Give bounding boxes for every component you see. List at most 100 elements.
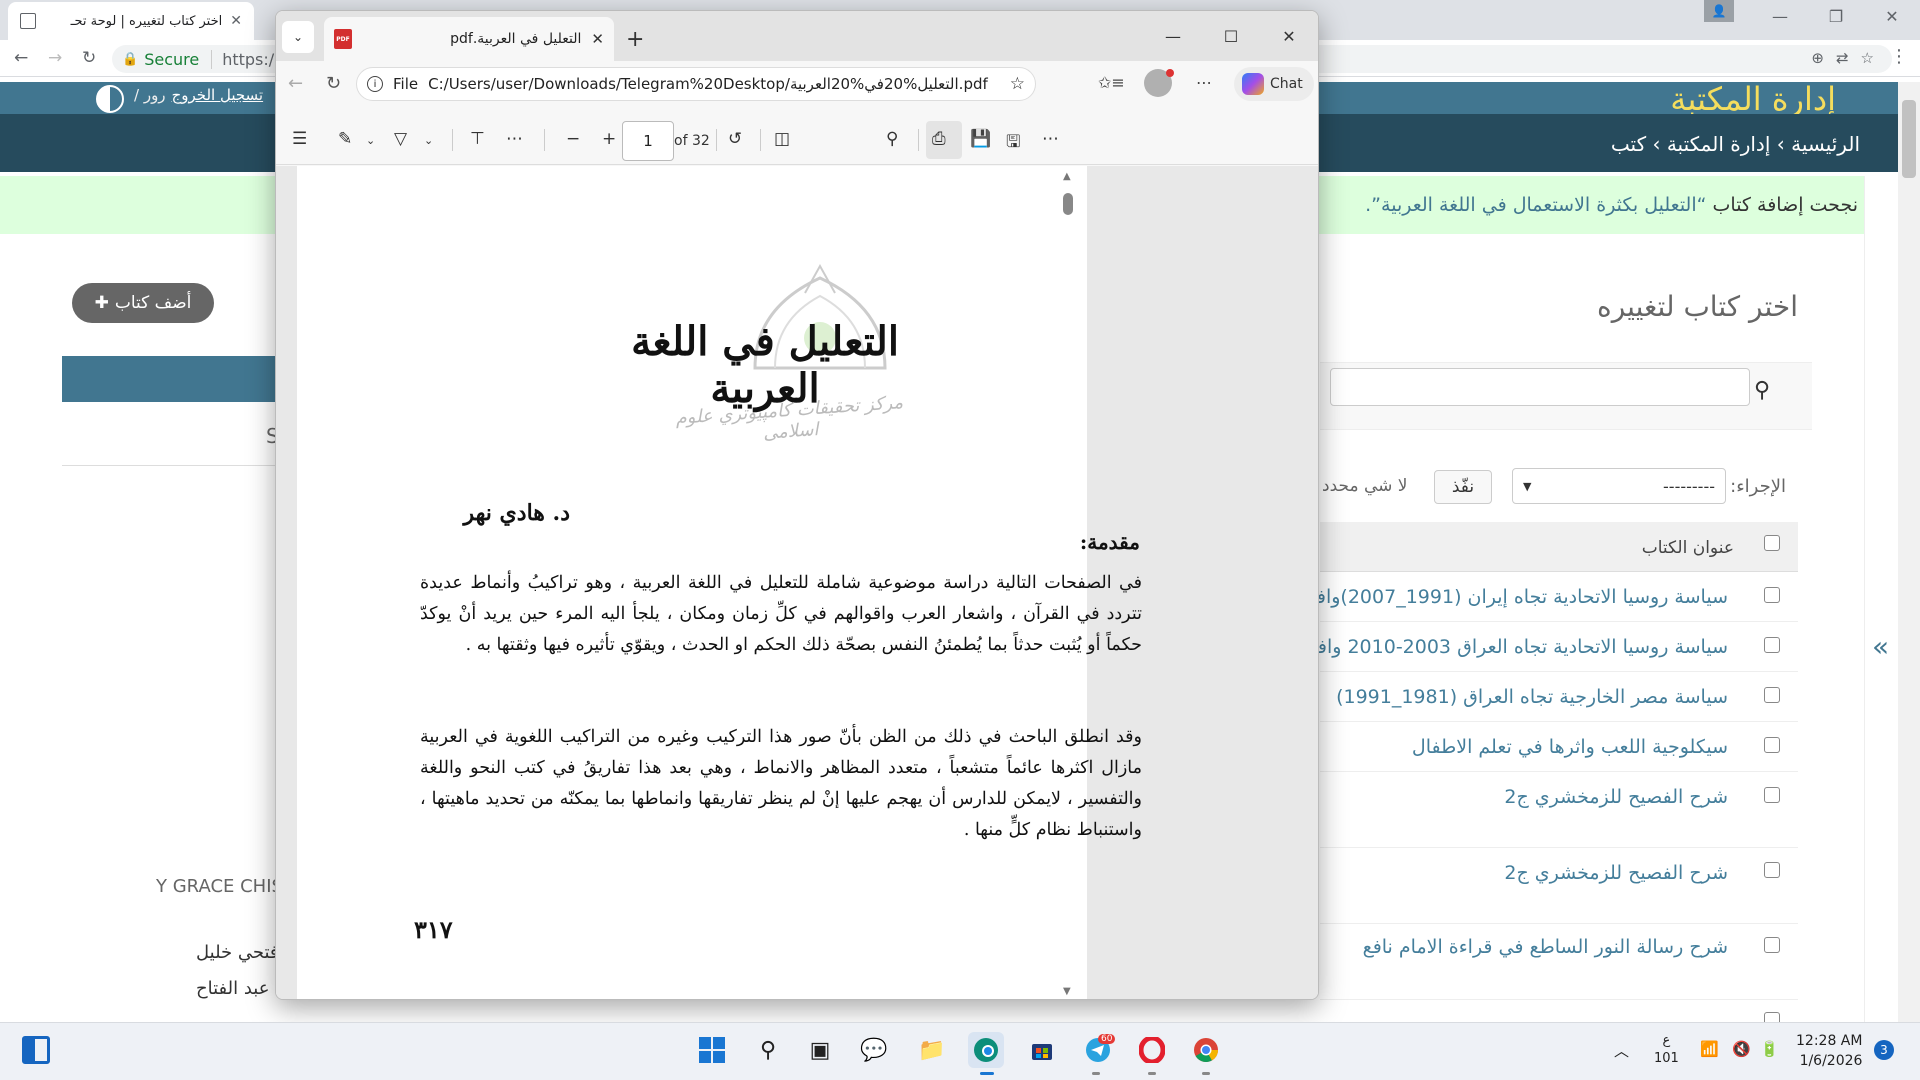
close-icon[interactable]: ✕ [591,30,604,48]
close-window-button[interactable]: ✕ [1260,11,1318,61]
restore-button[interactable]: ❐ [1808,0,1864,32]
search-input[interactable] [1330,368,1750,406]
save-as-icon[interactable]: 🖫 [1006,129,1020,158]
draw-icon[interactable]: ▽ [394,129,407,149]
filter-item[interactable]: فتحي خليل [196,942,279,963]
bg-window-controls: — ❐ ✕ [1752,0,1920,32]
info-icon[interactable]: i [367,76,383,92]
row-checkbox[interactable] [1764,937,1780,953]
show-hidden-icons-chevron-icon[interactable]: ︿ [1614,1040,1629,1061]
profile-icon[interactable]: 👤 [1704,0,1734,22]
scroll-up-arrow[interactable]: ▲ [1063,171,1071,182]
save-icon[interactable]: 💾 [970,129,991,149]
volume-muted-icon[interactable]: 🔇 [1732,1040,1751,1058]
zoom-out-icon[interactable]: − [566,129,580,149]
teams-chat-icon[interactable]: 💬 [856,1032,892,1068]
logout-link[interactable]: تسجيل الخروج [172,86,264,104]
edge-address-bar[interactable]: i File C:/Users/user/Downloads/Telegram%… [356,67,1036,101]
actions-select[interactable]: ▼ --------- [1512,468,1726,504]
book-link[interactable]: سياسة روسيا الاتحادية تجاه العراق 2003-2… [1302,636,1728,658]
favorites-icon[interactable]: ✩≡ [1098,73,1125,92]
rotate-icon[interactable]: ↺ [728,129,742,149]
filter-item[interactable]: Y GRACE CHIS [156,876,283,897]
zoom-icon[interactable]: ⊕ [1811,49,1824,67]
chevron-down-icon[interactable]: ⌄ [424,134,433,147]
pdf-scrollbar-thumb[interactable] [1063,193,1073,215]
pdf-more-icon[interactable]: ⋯ [1042,129,1059,149]
edge-tab-pdf[interactable]: PDF التعليل في العربية.pdf ✕ [324,17,614,61]
battery-icon[interactable]: 🔋 [1760,1040,1779,1058]
search-icon[interactable]: ⚲ [886,129,898,149]
chrome-menu-icon[interactable]: ⋮ [1890,46,1908,67]
start-windows-icon[interactable] [694,1032,730,1068]
language-indicator[interactable]: ع 101 [1654,1032,1679,1068]
contents-list-icon[interactable]: ☰ [292,129,307,149]
book-link[interactable]: سيكلوجية اللعب واثرها في تعلم الاطفال [1412,736,1728,758]
tab-actions-chevron-down-icon[interactable]: ⌄ [282,21,314,53]
notification-dot [1166,69,1174,77]
more-menu-icon[interactable]: ⋯ [1196,73,1212,92]
add-book-button[interactable]: أضف كتاب ✚ [72,283,214,323]
file-explorer-icon[interactable]: 📁 [914,1032,950,1068]
book-link[interactable]: سياسة مصر الخارجية تجاه العراق (1981_199… [1336,686,1728,708]
row-checkbox[interactable] [1764,637,1780,653]
back-icon[interactable]: ← [288,73,303,94]
bookmark-star-icon[interactable]: ☆ [1861,49,1874,67]
text-box-icon[interactable]: ⊤ [470,129,485,149]
filter-item[interactable]: عبد الفتاح [196,978,269,999]
select-all-checkbox[interactable] [1764,535,1780,551]
theme-toggle-icon[interactable] [96,85,124,113]
book-link[interactable]: سياسة روسيا الاتحادية تجاه إيران (1991_2… [1296,586,1728,608]
highlight-icon[interactable]: ✎ [338,129,352,149]
favorite-star-icon[interactable]: ☆ [1010,74,1025,94]
scroll-down-arrow[interactable]: ▼ [1063,986,1071,997]
chevron-down-icon[interactable]: ⌄ [366,134,375,147]
opera-icon[interactable] [1134,1032,1170,1068]
column-header-title[interactable]: عنوان الكتاب [1642,538,1734,558]
reload-icon[interactable]: ↻ [326,73,341,94]
zoom-in-icon[interactable]: + [602,129,616,149]
book-link[interactable]: شرح الفصيح للزمخشري ج2 [1504,862,1728,884]
search-icon[interactable]: ⚲ [750,1032,786,1068]
clock[interactable]: 12:28 AM 1/6/2026 [1796,1031,1862,1071]
close-icon[interactable]: ✕ [230,13,242,29]
chevron-double-left-icon[interactable]: « [1872,630,1889,663]
print-icon[interactable]: ⎙ [932,129,946,149]
breadcrumb[interactable]: الرئيسية › إدارة المكتبة › كتب [1611,132,1860,156]
page-scrollbar[interactable] [1898,82,1920,1022]
row-checkbox[interactable] [1764,862,1780,878]
site-name[interactable]: إدارة المكتبة [1670,80,1836,118]
page-number-input[interactable]: 1 [622,121,674,161]
page-scrollbar-thumb[interactable] [1902,100,1916,178]
success-book-link[interactable]: “التعليل بكثرة الاستعمال في اللغة العربي… [1365,194,1706,216]
go-button[interactable]: نفّذ [1434,470,1492,504]
bg-tab-admin[interactable]: اختر كتاب لتغييره | لوحة تحـ ✕ [8,2,254,40]
edge-browser-icon[interactable] [968,1032,1004,1068]
copilot-chat-button[interactable]: Chat [1234,67,1314,101]
more-tools-icon[interactable]: ⋯ [506,129,523,149]
nav-sidebar-toggle[interactable] [1864,176,1898,1022]
translate-icon[interactable]: ⇄ [1836,49,1849,67]
book-link[interactable]: شرح رسالة النور الساطع في قراءة الامام ن… [1363,936,1728,958]
task-view-icon[interactable]: ▣ [802,1032,838,1068]
wifi-icon[interactable]: 📶 [1700,1040,1719,1058]
minimize-button[interactable]: — [1752,0,1808,32]
book-link[interactable]: شرح الفصيح للزمخشري ج2 [1504,786,1728,808]
minimize-button[interactable]: — [1144,11,1202,61]
maximize-button[interactable]: ☐ [1202,11,1260,61]
row-checkbox[interactable] [1764,787,1780,803]
reload-icon[interactable]: ↻ [82,48,96,68]
widgets-icon[interactable] [22,1036,50,1064]
close-window-button[interactable]: ✕ [1864,0,1920,32]
row-checkbox[interactable] [1764,687,1780,703]
notification-badge[interactable]: 3 [1874,1040,1894,1060]
chrome-icon[interactable] [1188,1032,1224,1068]
row-checkbox[interactable] [1764,587,1780,603]
page-view-icon[interactable]: ◫ [774,129,790,149]
back-icon[interactable]: ← [14,48,28,68]
forward-icon[interactable]: → [48,48,62,68]
search-icon[interactable]: ⚲ [1754,378,1770,403]
new-tab-plus-icon[interactable]: + [626,27,644,52]
row-checkbox[interactable] [1764,737,1780,753]
store-icon[interactable] [1024,1032,1060,1068]
